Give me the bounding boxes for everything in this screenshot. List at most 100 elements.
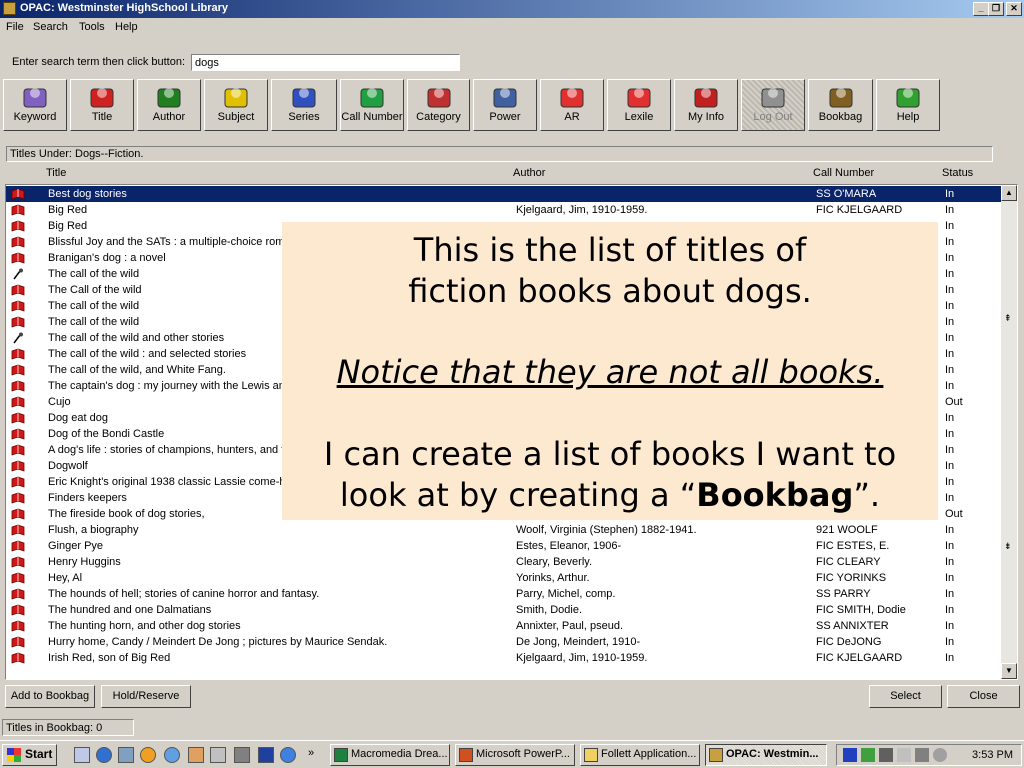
- list-item[interactable]: The hounds of hell; stories of canine ho…: [6, 586, 1002, 602]
- column-header-title[interactable]: Title: [46, 167, 66, 179]
- toolbar-ar-button[interactable]: AR: [540, 79, 604, 131]
- toolbar-button-label: Lexile: [624, 111, 654, 123]
- toolbar-button-label: Category: [416, 111, 461, 123]
- list-item[interactable]: Big Red Kjelgaard, Jim, 1910-1959. FIC KJE…: [6, 202, 1002, 218]
- clock-sync-icon[interactable]: [933, 748, 947, 762]
- cell-author: Annixter, Paul, pseud.: [516, 620, 624, 632]
- quicklaunch-gear-icon[interactable]: [234, 747, 250, 763]
- show-desktop-icon[interactable]: [74, 747, 90, 763]
- toolbar-keyword-button[interactable]: Keyword: [3, 79, 67, 131]
- magnifier-icon: [20, 83, 50, 111]
- book-icon: [11, 348, 25, 360]
- list-item[interactable]: Best dog stories SS O'MARA In: [6, 186, 1002, 202]
- volume-icon[interactable]: [879, 748, 893, 762]
- network-icon[interactable]: [861, 748, 875, 762]
- minimize-button[interactable]: _: [973, 2, 989, 16]
- toolbar-my-info-button[interactable]: My Info: [674, 79, 738, 131]
- cell-title: Dog of the Bondi Castle: [48, 428, 165, 440]
- toolbar-title-button[interactable]: Title: [70, 79, 134, 131]
- toolbar-power-button[interactable]: Power: [473, 79, 537, 131]
- cell-status: In: [945, 188, 955, 200]
- book-icon: [11, 588, 25, 600]
- toolbar-lexile-button[interactable]: Lexile: [607, 79, 671, 131]
- list-item[interactable]: Flush, a biography Woolf, Virginia (Steph…: [6, 522, 1002, 538]
- list-item[interactable]: The hundred and one Dalmatians Smith, Dod…: [6, 602, 1002, 618]
- scroll-up-button[interactable]: ▲: [1001, 185, 1017, 201]
- toolbar-author-button[interactable]: Author: [137, 79, 201, 131]
- task-opac[interactable]: OPAC: Westmin...: [705, 744, 827, 766]
- vertical-scrollbar[interactable]: ▲ ▼ ⇞ ⇟: [1001, 185, 1017, 679]
- window-titlebar[interactable]: OPAC: Westminster HighSchool Library _ ❐…: [0, 0, 1024, 18]
- restore-button[interactable]: ❐: [988, 2, 1004, 16]
- close-button[interactable]: Close: [947, 685, 1020, 708]
- quicklaunch-info-icon[interactable]: [280, 747, 296, 763]
- outlook-icon[interactable]: [118, 747, 134, 763]
- task-follett[interactable]: Follett Application...: [580, 744, 700, 766]
- column-header-status[interactable]: Status: [942, 167, 973, 179]
- display-icon[interactable]: [897, 748, 911, 762]
- task-dreamweaver[interactable]: Macromedia Drea...: [330, 744, 450, 766]
- add-to-bookbag-button[interactable]: Add to Bookbag: [5, 685, 95, 708]
- list-item[interactable]: The hunting horn, and other dog stories A…: [6, 618, 1002, 634]
- hold-reserve-button[interactable]: Hold/Reserve: [101, 685, 191, 708]
- cell-status: In: [945, 620, 955, 632]
- toolbar-help-button[interactable]: Help: [876, 79, 940, 131]
- menu-search[interactable]: Search: [33, 21, 68, 33]
- page-down-arrow-icon[interactable]: ⇟: [1004, 541, 1012, 552]
- cell-author: Kjelgaard, Jim, 1910-1959.: [516, 652, 648, 664]
- start-button[interactable]: Start: [2, 744, 57, 766]
- select-button[interactable]: Select: [869, 685, 942, 708]
- taskbar-clock[interactable]: 3:53 PM: [972, 749, 1013, 761]
- cell-call: SS ANNIXTER: [816, 620, 889, 632]
- cell-author: Estes, Eleanor, 1906-: [516, 540, 622, 552]
- cell-title: The hunting horn, and other dog stories: [48, 620, 241, 632]
- page-up-arrow-icon[interactable]: ⇞: [1004, 313, 1012, 324]
- column-header-call-number[interactable]: Call Number: [813, 167, 874, 179]
- cell-status: In: [945, 652, 955, 664]
- toolbar-log-out-button[interactable]: Log Out: [741, 79, 805, 131]
- toolbar-button-label: Help: [896, 111, 920, 123]
- toolbar-subject-button[interactable]: Subject: [204, 79, 268, 131]
- book-icon: [11, 460, 25, 472]
- task-powerpoint[interactable]: Microsoft PowerP...: [455, 744, 575, 766]
- antivirus-icon[interactable]: [843, 748, 857, 762]
- list-item[interactable]: Ginger Pye Estes, Eleanor, 1906- FIC ESTES…: [6, 538, 1002, 554]
- cell-status: In: [945, 524, 955, 536]
- list-item[interactable]: Irish Red, son of Big Red Kjelgaard, Jim,…: [6, 650, 1002, 666]
- task-label: OPAC: Westmin...: [726, 748, 819, 760]
- menu-file[interactable]: File: [6, 21, 24, 33]
- book-icon: [11, 476, 25, 488]
- book-icon: [11, 396, 25, 408]
- callout-paragraph-3: I can create a list of books I want to l…: [282, 434, 938, 516]
- quicklaunch-app-icon[interactable]: [188, 747, 204, 763]
- browser-icon[interactable]: [164, 747, 180, 763]
- folder-icon: [584, 748, 598, 762]
- scroll-down-button[interactable]: ▼: [1001, 663, 1017, 679]
- cell-author: Kjelgaard, Jim, 1910-1959.: [516, 204, 648, 216]
- callout-line-5-end: ”.: [853, 476, 881, 514]
- toolbar-bookbag-button[interactable]: Bookbag: [808, 79, 873, 131]
- close-window-button[interactable]: ✕: [1006, 2, 1022, 16]
- list-item[interactable]: Hey, Al Yorinks, Arthur. FIC YORINKS In: [6, 570, 1002, 586]
- menu-tools[interactable]: Tools: [79, 21, 105, 33]
- task-label: Microsoft PowerP...: [476, 748, 570, 760]
- window-title: OPAC: Westminster HighSchool Library: [20, 2, 229, 14]
- cell-call: FIC DeJONG: [816, 636, 882, 648]
- quicklaunch-tool-icon[interactable]: [210, 747, 226, 763]
- list-item[interactable]: Hurry home, Candy / Meindert De Jong ; p…: [6, 634, 1002, 650]
- toolbar-series-button[interactable]: Series: [271, 79, 337, 131]
- computer-icon[interactable]: [915, 748, 929, 762]
- menu-help[interactable]: Help: [115, 21, 138, 33]
- internet-explorer-icon[interactable]: [96, 747, 112, 763]
- media-player-icon[interactable]: [140, 747, 156, 763]
- cell-title: The captain's dog : my journey with the …: [48, 380, 292, 392]
- toolbar-category-button[interactable]: Category: [407, 79, 470, 131]
- search-input[interactable]: [191, 54, 460, 71]
- column-header-author[interactable]: Author: [513, 167, 545, 179]
- cell-title: Ginger Pye: [48, 540, 104, 552]
- toolbar-call-number-button[interactable]: Call Number: [340, 79, 404, 131]
- quicklaunch-more-chevron[interactable]: »: [308, 747, 314, 759]
- cell-call: 921 WOOLF: [816, 524, 878, 536]
- list-item[interactable]: Henry Huggins Cleary, Beverly. FIC CLEARY I…: [6, 554, 1002, 570]
- quicklaunch-k-icon[interactable]: [258, 747, 274, 763]
